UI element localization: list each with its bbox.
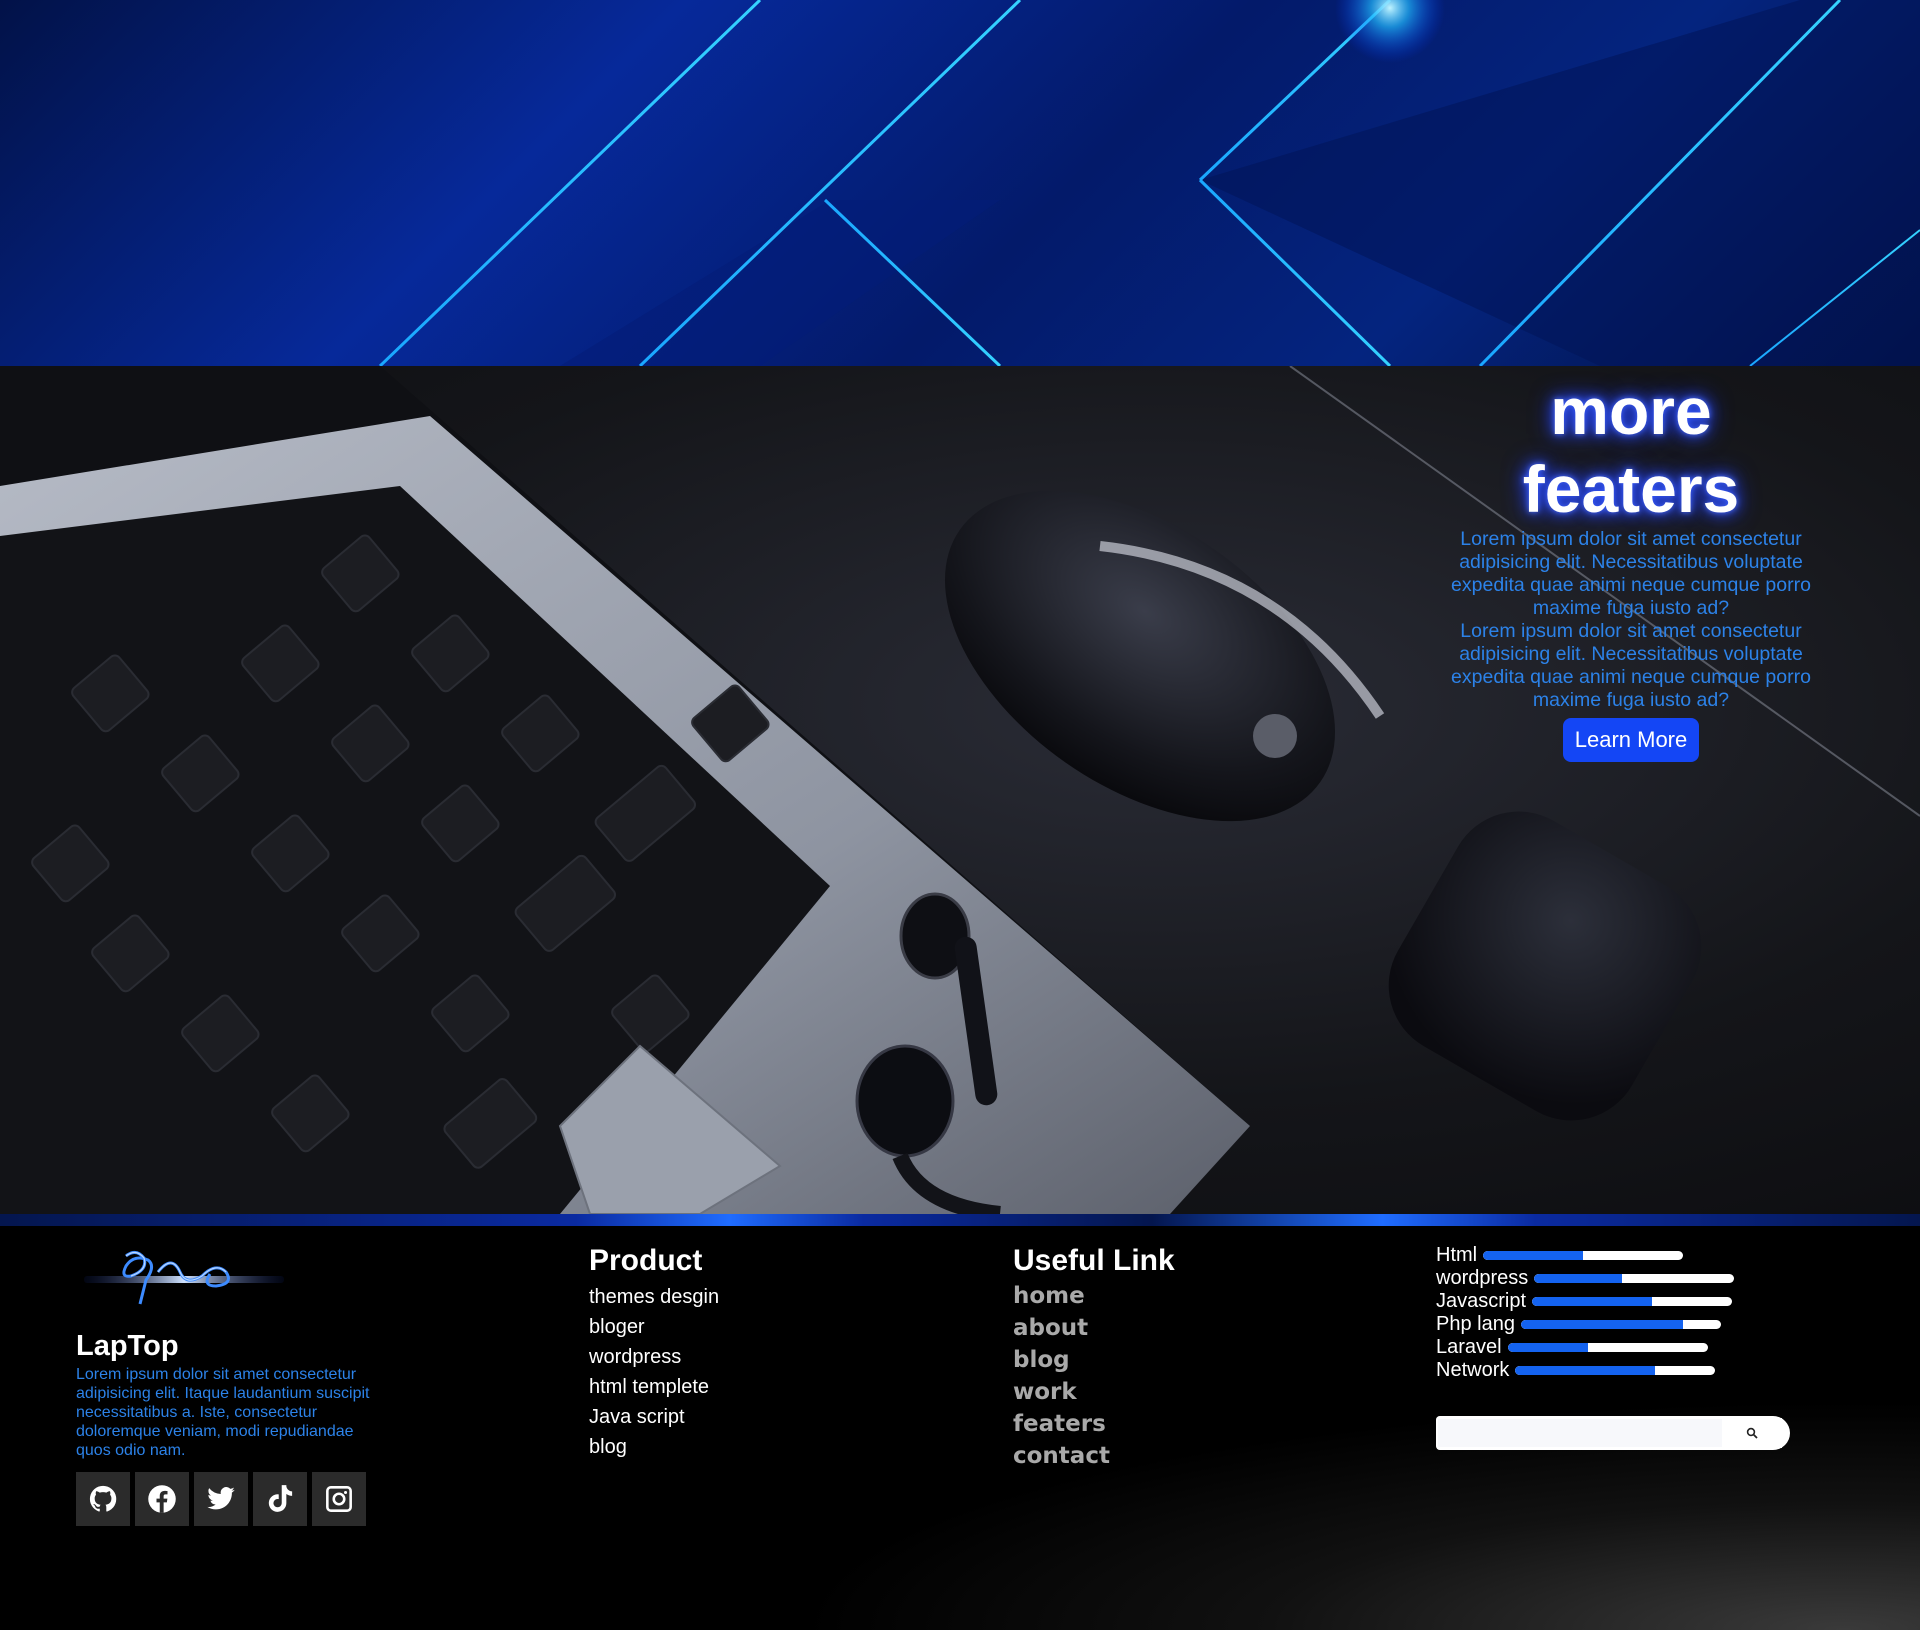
useful-link-home[interactable]: home bbox=[1013, 1280, 1175, 1312]
search-form bbox=[1436, 1416, 1790, 1450]
skill-progress-bar bbox=[1520, 1320, 1721, 1329]
instagram-icon bbox=[326, 1486, 352, 1512]
useful-link-contact[interactable]: contact bbox=[1013, 1440, 1175, 1472]
skill-progress-fill bbox=[1520, 1320, 1683, 1329]
feature-title-line1: more bbox=[1550, 374, 1712, 448]
search-icon bbox=[1746, 1427, 1758, 1439]
useful-link-blog[interactable]: blog bbox=[1013, 1344, 1175, 1376]
skill-label: Html bbox=[1436, 1244, 1478, 1266]
useful-link-heading: Useful Link bbox=[1013, 1244, 1175, 1277]
hero-section: more featers Lorem ipsum dolor sit amet … bbox=[0, 366, 1920, 1214]
skill-progress-bar bbox=[1534, 1274, 1735, 1283]
skill-row-javascript: Javascript bbox=[1436, 1290, 1816, 1313]
facebook-icon bbox=[148, 1485, 176, 1513]
footer-product-column: Product themes desgin bloger wordpress h… bbox=[589, 1244, 719, 1462]
feature-block: more featers Lorem ipsum dolor sit amet … bbox=[1440, 366, 1822, 762]
product-item-blog[interactable]: blog bbox=[589, 1432, 719, 1462]
product-list: themes desgin bloger wordpress html temp… bbox=[589, 1282, 719, 1462]
product-heading: Product bbox=[589, 1244, 703, 1277]
search-button[interactable] bbox=[1722, 1418, 1782, 1448]
learn-more-button[interactable]: Learn More bbox=[1562, 718, 1700, 762]
skill-row-php-lang: Php lang bbox=[1436, 1313, 1816, 1336]
banner-decoration bbox=[378, 0, 1920, 366]
footer-skills-column: Html wordpress Javascript Php lang Larav… bbox=[1436, 1244, 1816, 1450]
feature-title-line2: featers bbox=[1522, 452, 1740, 526]
skill-progress-bar bbox=[1515, 1366, 1716, 1375]
skill-row-laravel: Laravel bbox=[1436, 1336, 1816, 1359]
footer-brand-column: LapTop Lorem ipsum dolor sit amet consec… bbox=[76, 1246, 386, 1526]
skill-label: Javascript bbox=[1436, 1290, 1527, 1312]
section-divider bbox=[0, 1214, 1920, 1226]
skill-progress-bar bbox=[1532, 1297, 1733, 1306]
social-links bbox=[76, 1472, 386, 1526]
feature-title: more featers bbox=[1440, 372, 1822, 528]
github-icon bbox=[89, 1485, 117, 1512]
useful-link-about[interactable]: about bbox=[1013, 1312, 1175, 1344]
skill-label: Php lang bbox=[1436, 1313, 1515, 1335]
top-banner bbox=[0, 0, 1920, 366]
twitter-icon bbox=[207, 1487, 235, 1510]
skill-progress-bar bbox=[1483, 1251, 1684, 1260]
instagram-link[interactable] bbox=[312, 1472, 366, 1526]
tiktok-icon bbox=[268, 1485, 293, 1512]
skill-row-network: Network bbox=[1436, 1359, 1816, 1382]
feature-paragraph-1: Lorem ipsum dolor sit amet consectetur a… bbox=[1451, 528, 1811, 619]
skill-progress-fill bbox=[1515, 1366, 1656, 1375]
product-item-bloger[interactable]: bloger bbox=[589, 1312, 719, 1342]
twitter-link[interactable] bbox=[194, 1472, 248, 1526]
skill-label: Network bbox=[1436, 1359, 1510, 1381]
facebook-link[interactable] bbox=[135, 1472, 189, 1526]
skill-progress-fill bbox=[1483, 1251, 1584, 1260]
tiktok-link[interactable] bbox=[253, 1472, 307, 1526]
signature-logo bbox=[84, 1251, 284, 1305]
product-item-themes-desgin[interactable]: themes desgin bbox=[589, 1282, 719, 1312]
useful-link-featers[interactable]: featers bbox=[1013, 1408, 1175, 1440]
product-item-html-templete[interactable]: html templete bbox=[589, 1372, 719, 1402]
product-item-wordpress[interactable]: wordpress bbox=[589, 1342, 719, 1372]
footer: LapTop Lorem ipsum dolor sit amet consec… bbox=[0, 1226, 1920, 1630]
useful-link-list: home about blog work featers contact bbox=[1013, 1280, 1175, 1472]
search-input[interactable] bbox=[1438, 1419, 1722, 1447]
brand-description: Lorem ipsum dolor sit amet consectetur a… bbox=[76, 1366, 370, 1459]
skill-label: wordpress bbox=[1436, 1267, 1529, 1289]
skill-progress-fill bbox=[1507, 1343, 1588, 1352]
brand-name: LapTop bbox=[76, 1330, 179, 1362]
footer-useful-links-column: Useful Link home about blog work featers… bbox=[1013, 1244, 1175, 1472]
skill-label: Laravel bbox=[1436, 1336, 1502, 1358]
product-item-java-script[interactable]: Java script bbox=[589, 1402, 719, 1432]
skill-progress-fill bbox=[1532, 1297, 1653, 1306]
useful-link-work[interactable]: work bbox=[1013, 1376, 1175, 1408]
skill-progress-fill bbox=[1534, 1274, 1623, 1283]
skill-row-html: Html bbox=[1436, 1244, 1816, 1267]
github-link[interactable] bbox=[76, 1472, 130, 1526]
skill-row-wordpress: wordpress bbox=[1436, 1267, 1816, 1290]
skill-progress-bar bbox=[1507, 1343, 1708, 1352]
feature-paragraph-2: Lorem ipsum dolor sit amet consectetur a… bbox=[1451, 620, 1811, 711]
